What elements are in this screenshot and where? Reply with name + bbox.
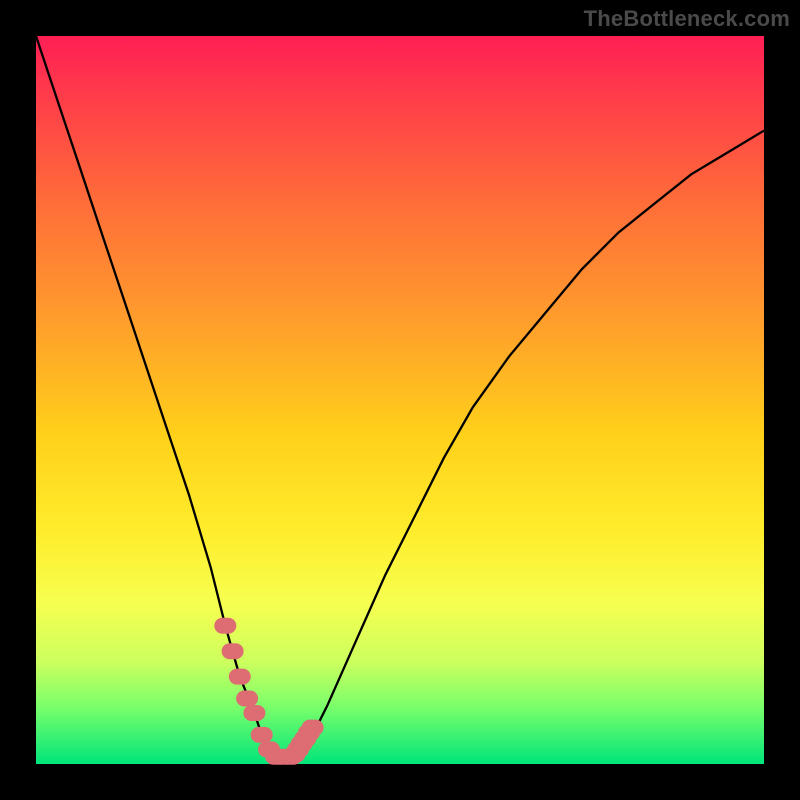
marker-point <box>229 669 251 685</box>
marker-point <box>302 720 324 736</box>
marker-point <box>236 691 258 707</box>
marker-group <box>214 618 323 765</box>
marker-point <box>222 643 244 659</box>
chart-plot-area <box>36 36 764 764</box>
bottleneck-curve <box>36 36 764 757</box>
marker-point <box>251 727 273 743</box>
attribution-text: TheBottleneck.com <box>584 6 790 32</box>
chart-frame: TheBottleneck.com <box>0 0 800 800</box>
chart-svg <box>36 36 764 764</box>
marker-point <box>214 618 236 634</box>
marker-point <box>243 705 265 721</box>
